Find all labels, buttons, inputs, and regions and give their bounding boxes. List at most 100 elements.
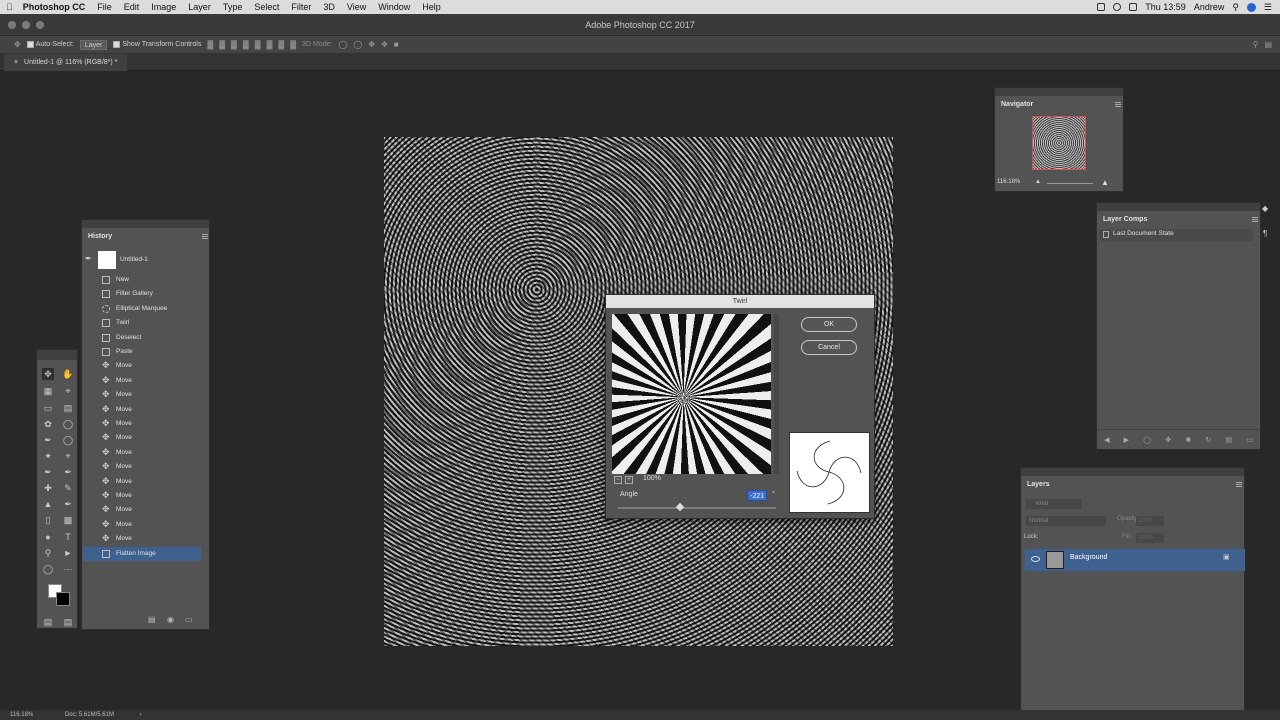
history-item[interactable]: Filter Gallery [83,287,201,301]
layer-row-background[interactable]: Background ▣ [1025,549,1245,571]
twirl-preview[interactable] [612,314,771,474]
move-tool-icon[interactable]: ✥ [42,368,54,380]
layers-header[interactable] [1021,468,1244,476]
app-menu[interactable]: Photoshop CC [19,2,92,12]
menu-file[interactable]: File [91,2,118,12]
zoom-in-preview-button[interactable]: + [625,476,633,484]
navigator-zoom-slider[interactable] [1047,183,1093,184]
lasso-tool-icon[interactable]: ✿ [42,418,54,430]
workspace-icon[interactable]: ▤ [1264,40,1272,49]
visibility-comp-icon[interactable]: ◯ [1143,436,1151,444]
auto-select-dropdown[interactable]: Layer [79,39,108,50]
preview-scrollbar[interactable] [774,314,779,474]
search-icon[interactable]: ⚲ [1232,2,1239,13]
battery-icon[interactable] [1097,3,1106,11]
paragraph-panel-icon[interactable]: ¶ [1263,229,1267,238]
distribute-icon[interactable]: ▓ [290,40,296,49]
next-comp-icon[interactable]: ▶ [1124,436,1129,444]
history-item[interactable]: ✥ Move [83,388,201,402]
background-color-swatch[interactable] [56,592,70,606]
pencil-icon[interactable]: ✎ [62,482,74,494]
layers-tab[interactable]: Layers [1023,477,1054,493]
trash-icon[interactable]: ▭ [1246,436,1253,444]
previous-comp-icon[interactable]: ◀ [1104,436,1109,444]
history-item[interactable]: ✥ Move [83,532,201,546]
pan-3d-icon[interactable]: ✥ [368,40,375,49]
gradient-icon[interactable]: ▩ [62,514,74,526]
opacity-field[interactable]: 100% [1136,516,1164,526]
eye-icon[interactable] [1031,556,1040,562]
zoom-out-icon[interactable]: ▲ [1035,179,1041,185]
zoom-window-icon[interactable] [36,21,44,29]
align-right-icon[interactable]: ▓ [267,40,273,49]
menu-edit[interactable]: Edit [118,2,146,12]
history-item[interactable]: ✥ Move [83,374,201,388]
history-snapshot[interactable]: ✒ Untitled-1 [83,249,201,271]
volume-icon[interactable] [1129,3,1138,11]
preview-zoom-dropdown[interactable]: 100% [643,475,661,482]
align-center-icon[interactable]: ▓ [255,40,261,49]
layer-filter-dropdown[interactable]: Kind [1026,499,1082,509]
history-item[interactable]: ✥ Move [83,460,201,474]
notification-icon[interactable]: ☰ [1264,2,1272,13]
menu-3d[interactable]: 3D [317,2,341,12]
ok-button[interactable]: OK [801,317,857,332]
ellipse-marquee-icon[interactable]: ◯ [62,418,74,430]
wifi-icon[interactable] [1113,3,1122,11]
history-item[interactable]: Deselect [83,331,201,345]
new-document-from-state-icon[interactable]: ▤ [148,615,156,624]
position-comp-icon[interactable]: ✥ [1165,436,1171,444]
properties-panel-icon[interactable]: ◆ [1262,204,1268,213]
update-comp-icon[interactable]: ↻ [1205,436,1211,444]
lasso-icon[interactable]: ◯ [62,434,74,446]
note-tool-icon[interactable]: ▤ [62,402,74,414]
menu-help[interactable]: Help [416,2,447,12]
ellipse-tool-icon[interactable]: ◯ [42,563,54,575]
history-tab[interactable]: History [84,229,117,245]
type-tool-icon[interactable]: T [62,531,74,543]
layer-name[interactable]: Background [1070,554,1107,561]
eyedropper-icon[interactable]: ✒ [42,466,54,478]
menu-window[interactable]: Window [372,2,416,12]
history-item[interactable]: ✥ Move [83,446,201,460]
document-tab[interactable]: × Untitled-1 @ 116% (RGB/8*) * [4,54,128,71]
magic-wand-icon[interactable]: ✦ [42,450,54,462]
history-item[interactable]: ✥ Move [83,503,201,517]
screen-mode-icon[interactable]: ▤ [62,616,74,628]
history-item[interactable]: ✥ Move [83,359,201,373]
align-top-icon[interactable]: ▓ [207,40,213,49]
rectangle-marquee-icon[interactable]: ▭ [42,402,54,414]
history-item[interactable]: New [83,273,201,287]
angle-input[interactable]: -221 [747,490,767,501]
trash-icon[interactable]: ▭ [185,615,193,624]
zoom-tool-icon[interactable]: ⚲ [42,547,54,559]
menu-type[interactable]: Type [217,2,249,12]
distribute-icon[interactable]: ▓ [278,40,284,49]
layer-comp-row[interactable]: Last Document State [1099,229,1253,241]
menu-view[interactable]: View [341,2,372,12]
stamp-tool-icon[interactable]: ▲ [42,498,54,510]
align-bottom-icon[interactable]: ▓ [231,40,237,49]
siri-icon[interactable] [1246,2,1256,12]
menu-image[interactable]: Image [145,2,182,12]
move-tool-icon[interactable]: ✥ [14,40,21,49]
blend-mode-dropdown[interactable]: Normal [1026,516,1106,526]
history-item[interactable]: Twirl [83,316,201,330]
history-item[interactable]: ✥ Move [83,403,201,417]
panel-menu-icon[interactable] [1115,102,1121,107]
history-panel-header[interactable] [82,220,209,228]
hand-tool-icon[interactable]: ✋ [62,368,74,380]
show-transform-checkbox[interactable]: Show Transform Controls [113,40,201,48]
menu-layer[interactable]: Layer [182,2,217,12]
zoom-in-icon[interactable]: ▲ [1101,178,1109,187]
status-zoom[interactable]: 116.18% [10,712,33,718]
navigator-header[interactable] [995,88,1123,96]
apply-comp-icon[interactable] [1103,231,1109,238]
crop-icon[interactable]: ⌖ [62,450,74,462]
history-brush-icon[interactable]: ✒ [62,498,74,510]
status-arrow-icon[interactable]: › [140,712,142,718]
fill-field[interactable]: 100% [1136,533,1164,543]
cancel-button[interactable]: Cancel [801,340,857,355]
clock[interactable]: Thu 13:59 [1145,2,1186,12]
camera-icon[interactable]: ◉ [167,615,174,624]
